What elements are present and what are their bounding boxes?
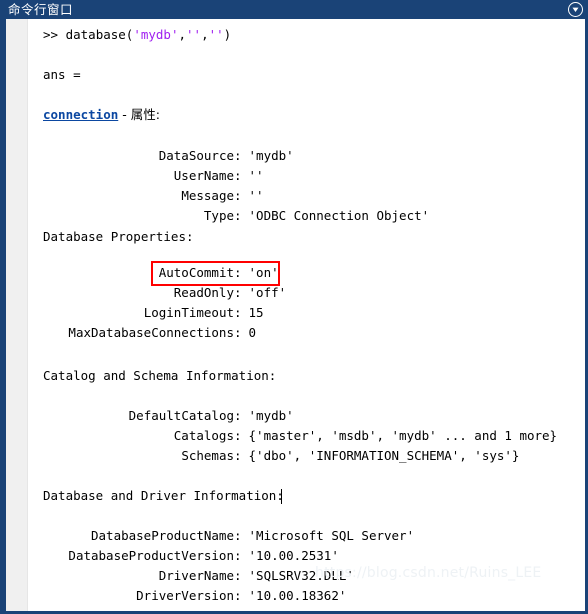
- line-number-gutter: [6, 19, 28, 611]
- property-label: Type: [203, 208, 234, 223]
- property-value: '': [248, 188, 264, 203]
- window-title-bar: 命令行窗口: [0, 0, 588, 19]
- property-value: 'mydb': [248, 148, 294, 163]
- property-value: 'on': [248, 265, 279, 280]
- property-label: LoginTimeout: [143, 305, 234, 320]
- table-row: Schemas: {'dbo', 'INFORMATION_SCHEMA', 's…: [29, 446, 519, 466]
- section-heading: Database Properties:: [43, 229, 194, 244]
- property-label: DataSource: [158, 148, 234, 163]
- section-heading: Catalog and Schema Information:: [43, 368, 277, 383]
- table-row: DataSource:'mydb': [29, 146, 294, 166]
- console-frame: >> database('mydb','','') ans = connecti…: [0, 19, 588, 614]
- table-row: Catalogs: {'master', 'msdb', 'mydb' ... a…: [29, 426, 557, 446]
- window-title: 命令行窗口: [8, 2, 74, 17]
- table-row: DefaultCatalog:'mydb': [29, 406, 294, 426]
- table-row: Message: '': [29, 186, 264, 206]
- property-label: DefaultCatalog: [128, 408, 234, 423]
- command-separator-1: ,: [178, 27, 187, 42]
- property-label: Schemas: [181, 448, 234, 463]
- command-separator-2: ,: [201, 27, 209, 42]
- table-row: AutoCommit:'on': [29, 263, 279, 283]
- table-row: DatabaseProductVersion: '10.00.2531': [29, 546, 339, 566]
- table-row: ReadOnly:'off': [29, 283, 286, 303]
- property-label: DatabaseProductName: [91, 528, 234, 543]
- text-caret: [281, 489, 282, 504]
- object-header: connection - 属性:: [43, 105, 160, 125]
- connection-link[interactable]: connection: [43, 107, 118, 122]
- command-close-paren: ): [223, 27, 232, 42]
- prompt-symbol: >>: [43, 27, 59, 42]
- property-label: AutoCommit: [158, 265, 234, 280]
- command-window: 命令行窗口 >> database('mydb','','') ans = co…: [0, 0, 588, 614]
- property-label: Catalogs: [173, 428, 234, 443]
- table-row: DriverVersion: '10.00.18362': [29, 586, 346, 606]
- command-arg-3: '': [208, 27, 224, 42]
- property-value: 'Microsoft SQL Server': [248, 528, 415, 543]
- property-value: 'ODBC Connection Object': [248, 208, 430, 223]
- property-label: MaxDatabaseConnections: [68, 325, 234, 340]
- table-row: Type: 'ODBC Connection Object': [29, 206, 429, 226]
- property-value: {'master', 'msdb', 'mydb' ... and 1 more…: [248, 428, 558, 443]
- console-output-area[interactable]: >> database('mydb','','') ans = connecti…: [29, 19, 585, 611]
- section-heading: Database and Driver Information:: [43, 488, 284, 503]
- command-line: >> database('mydb','',''): [43, 25, 231, 45]
- property-value: '': [248, 168, 264, 183]
- ans-label: ans =: [43, 67, 81, 82]
- command-function-name: database(: [65, 27, 134, 42]
- table-row: DriverName: 'SQLSRV32.DLL': [29, 566, 354, 586]
- property-value: '10.00.18362': [248, 588, 347, 603]
- property-value: 'mydb': [248, 408, 294, 423]
- table-row: DatabaseProductName: 'Microsoft SQL Serve…: [29, 526, 414, 546]
- property-value: 0: [248, 325, 257, 340]
- property-value: '10.00.2531': [248, 548, 339, 563]
- property-label: ReadOnly: [173, 285, 234, 300]
- table-row: UserName: '': [29, 166, 264, 186]
- object-header-suffix: - 属性:: [118, 107, 160, 122]
- property-label: DatabaseProductVersion: [68, 548, 234, 563]
- command-arg-1: 'mydb': [133, 27, 179, 42]
- property-label: UserName: [173, 168, 234, 183]
- property-label: DriverVersion: [136, 588, 234, 603]
- command-spacer: [58, 27, 66, 42]
- command-arg-2: '': [186, 27, 202, 42]
- table-row: LoginTimeout: 15: [29, 303, 264, 323]
- watermark-text: https://blog.csdn.net/Ruins_LEE: [315, 565, 542, 581]
- property-value: 15: [248, 305, 264, 320]
- property-value: 'off': [248, 285, 287, 300]
- chevron-down-circle-icon[interactable]: [568, 2, 583, 17]
- property-value: {'dbo', 'INFORMATION_SCHEMA', 'sys'}: [248, 448, 520, 463]
- property-label: DriverName: [158, 568, 234, 583]
- table-row: MaxDatabaseConnections: 0: [29, 323, 256, 343]
- property-label: Message: [181, 188, 234, 203]
